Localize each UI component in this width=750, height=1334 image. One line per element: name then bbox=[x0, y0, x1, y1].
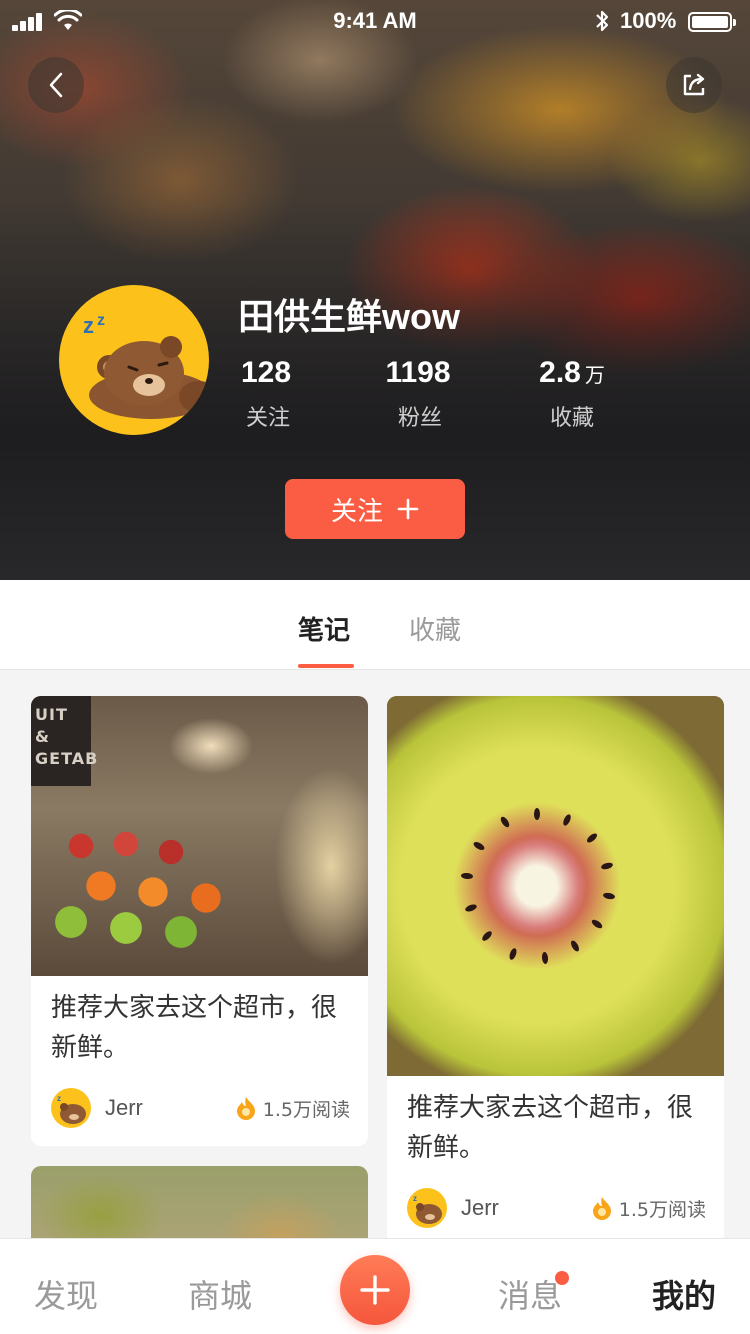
svg-text:z: z bbox=[97, 312, 105, 329]
stat-followers[interactable]: 1198 粉丝 bbox=[345, 356, 495, 432]
author-avatar[interactable]: z bbox=[407, 1188, 447, 1228]
nav-messages[interactable]: 消息 bbox=[498, 1271, 562, 1317]
note-card[interactable]: UIT & GETAB 推荐大家去这个超市，很新鲜。 z Jerr 1.5万阅读 bbox=[31, 696, 368, 1146]
stat-value: 2.8 bbox=[539, 356, 581, 389]
plus-icon bbox=[360, 1275, 390, 1305]
stat-label: 关注 bbox=[245, 406, 290, 431]
profile-name: 田供生鲜wow bbox=[238, 296, 460, 337]
create-note-button[interactable] bbox=[340, 1255, 410, 1325]
stat-label: 粉丝 bbox=[397, 406, 442, 431]
read-count-text: 1.5万阅读 bbox=[618, 1198, 706, 1221]
read-count-text: 1.5万阅读 bbox=[262, 1098, 350, 1121]
battery-icon bbox=[688, 12, 736, 32]
supermarket-produce-photo: UIT & GETAB bbox=[31, 696, 368, 976]
back-button[interactable] bbox=[28, 57, 84, 113]
note-text: 推荐大家去这个超市，很新鲜。 bbox=[51, 993, 338, 1063]
sleeping-bear-icon: z bbox=[57, 1094, 86, 1124]
sleeping-bear-icon: z bbox=[413, 1194, 442, 1224]
stat-favorites[interactable]: 2.8 万 收藏 bbox=[497, 356, 647, 432]
red-kiwi-cross-section-photo bbox=[387, 696, 724, 1076]
unread-badge bbox=[555, 1271, 569, 1285]
active-tab-indicator bbox=[298, 664, 354, 668]
author-avatar[interactable]: z bbox=[51, 1088, 91, 1128]
tab-notes[interactable]: 笔记 bbox=[298, 610, 350, 647]
note-text: 推荐大家去这个超市，很新鲜。 bbox=[407, 1093, 694, 1163]
kiwi-seeds bbox=[461, 808, 615, 964]
follow-button-label: 关注 bbox=[330, 496, 383, 527]
share-icon bbox=[683, 73, 705, 96]
chevron-left-icon bbox=[49, 72, 63, 98]
bottom-tab-bar: 发现 商城 消息 我的 bbox=[0, 1238, 750, 1334]
read-count: 1.5万阅读 bbox=[235, 1095, 350, 1122]
stat-following[interactable]: 128 关注 bbox=[193, 356, 343, 432]
author-name[interactable]: Jerr bbox=[461, 1195, 591, 1221]
stat-label: 收藏 bbox=[549, 406, 594, 431]
store-sign: UIT & GETAB bbox=[31, 696, 97, 786]
svg-text:z: z bbox=[83, 313, 94, 338]
follow-button[interactable]: 关注 bbox=[285, 479, 465, 539]
battery-percent: 100% bbox=[620, 8, 677, 33]
stat-unit: 万 bbox=[584, 363, 605, 387]
stat-value: 1198 bbox=[385, 356, 451, 389]
share-button[interactable] bbox=[666, 57, 722, 113]
tab-favorites[interactable]: 收藏 bbox=[409, 610, 461, 647]
note-meta: z Jerr 1.5万阅读 bbox=[51, 1087, 350, 1129]
svg-text:z: z bbox=[57, 1094, 61, 1103]
svg-text:z: z bbox=[413, 1194, 417, 1203]
status-bar: 9:41 AM 100% bbox=[0, 0, 750, 40]
note-card[interactable]: 推荐大家去这个超市，很新鲜。 z Jerr 1.5万阅读 bbox=[387, 696, 724, 1256]
note-meta: z Jerr 1.5万阅读 bbox=[407, 1187, 706, 1229]
profile-tabs: 笔记 收藏 bbox=[0, 580, 750, 670]
flame-icon bbox=[236, 1097, 255, 1120]
sleeping-bear-icon: z z bbox=[83, 312, 209, 419]
nav-me[interactable]: 我的 bbox=[652, 1271, 716, 1317]
bluetooth-icon bbox=[596, 10, 609, 32]
author-name[interactable]: Jerr bbox=[105, 1095, 235, 1121]
nav-discover[interactable]: 发现 bbox=[34, 1271, 98, 1317]
profile-avatar[interactable]: z z bbox=[59, 285, 209, 435]
nav-mall[interactable]: 商城 bbox=[188, 1271, 252, 1317]
flame-icon bbox=[592, 1197, 611, 1220]
read-count: 1.5万阅读 bbox=[591, 1195, 706, 1222]
stat-value: 128 bbox=[240, 356, 292, 389]
plus-icon bbox=[397, 498, 419, 520]
